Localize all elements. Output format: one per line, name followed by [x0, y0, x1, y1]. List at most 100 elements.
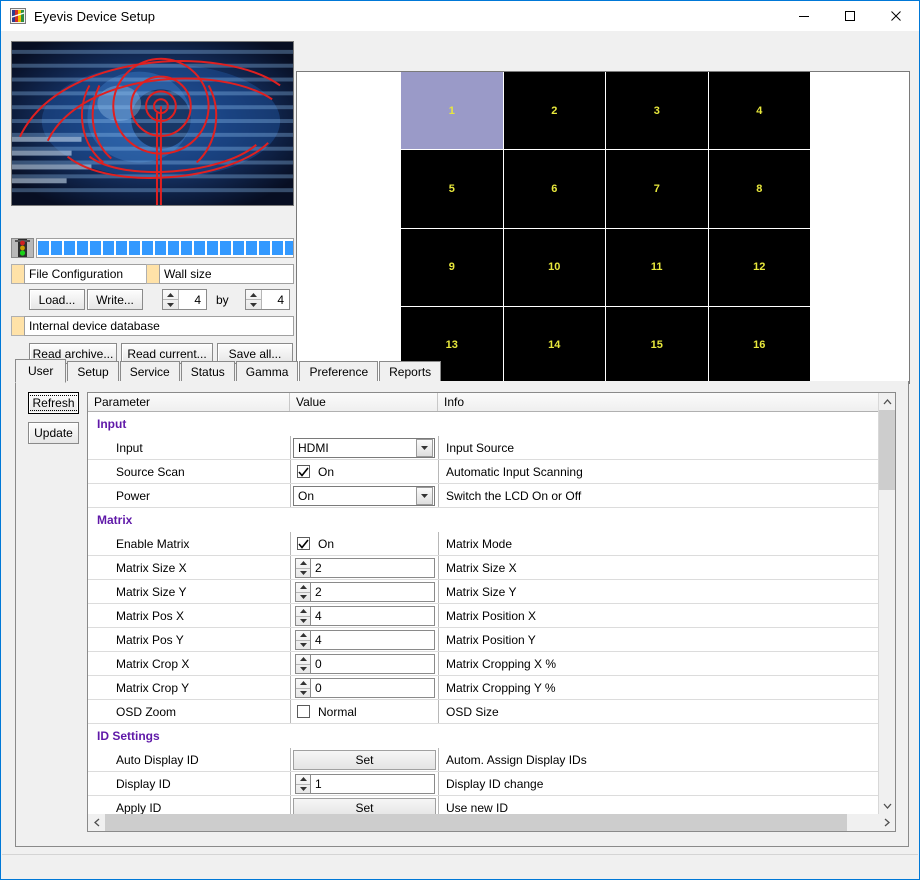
value-stepper[interactable]: 2	[295, 558, 435, 578]
value-cell[interactable]: HDMI	[290, 436, 438, 459]
value-cell[interactable]: 2	[290, 580, 438, 603]
value-stepper-field[interactable]: 0	[310, 678, 435, 698]
stepper-increment-icon[interactable]	[296, 775, 310, 785]
wall-columns-decrement-icon[interactable]	[163, 300, 178, 309]
value-stepper[interactable]: 0	[295, 654, 435, 674]
scroll-left-icon[interactable]	[88, 814, 105, 831]
tab-service[interactable]: Service	[119, 361, 180, 382]
display-wall-grid[interactable]: 1 2 3 4 5 6 7 8 9 10 11 12 13 14 15 16	[401, 72, 810, 383]
table-row[interactable]: Matrix Size Y 2 Matrix Size Y	[88, 580, 895, 604]
value-stepper-buttons[interactable]	[295, 606, 310, 626]
value-stepper[interactable]: 2	[295, 582, 435, 602]
tab-reports[interactable]: Reports	[379, 361, 442, 382]
value-stepper-buttons[interactable]	[295, 582, 310, 602]
value-stepper-buttons[interactable]	[295, 654, 310, 674]
value-stepper-buttons[interactable]	[295, 774, 310, 794]
value-stepper[interactable]: 1	[295, 774, 435, 794]
value-stepper[interactable]: 0	[295, 678, 435, 698]
tab-preference[interactable]: Preference	[299, 361, 379, 382]
value-dropdown[interactable]: HDMI	[293, 438, 435, 458]
wall-cell-4[interactable]: 4	[708, 72, 810, 150]
wall-cell-9[interactable]: 9	[401, 228, 503, 306]
value-dropdown[interactable]: On	[293, 486, 435, 506]
vertical-scroll-thumb[interactable]	[879, 410, 895, 490]
wall-cell-10[interactable]: 10	[503, 228, 605, 306]
wall-cell-1[interactable]: 1	[401, 72, 503, 150]
wall-cell-12[interactable]: 12	[708, 228, 810, 306]
scroll-up-icon[interactable]	[879, 393, 895, 410]
value-cell[interactable]: 2	[290, 556, 438, 579]
value-cell[interactable]: 0	[290, 652, 438, 675]
wall-rows-stepper-buttons[interactable]	[246, 290, 262, 309]
wall-cell-5[interactable]: 5	[401, 150, 503, 228]
value-stepper[interactable]: 4	[295, 630, 435, 650]
value-stepper-field[interactable]: 0	[310, 654, 435, 674]
wall-rows-decrement-icon[interactable]	[246, 300, 261, 309]
value-cell[interactable]: 4	[290, 604, 438, 627]
value-stepper-field[interactable]: 2	[310, 582, 435, 602]
value-stepper[interactable]: 4	[295, 606, 435, 626]
table-row[interactable]: Source Scan On Automatic Input Scanning	[88, 460, 895, 484]
table-row[interactable]: Auto Display ID Set Autom. Assign Display …	[88, 748, 895, 772]
maximize-icon[interactable]	[827, 1, 873, 31]
load-button[interactable]: Load...	[29, 289, 85, 310]
stepper-increment-icon[interactable]	[296, 679, 310, 689]
refresh-button[interactable]: Refresh	[28, 392, 79, 414]
minimize-icon[interactable]	[781, 1, 827, 31]
wall-columns-stepper[interactable]: 4	[162, 289, 207, 310]
stepper-increment-icon[interactable]	[296, 583, 310, 593]
table-row[interactable]: OSD Zoom Normal OSD Size	[88, 700, 895, 724]
value-cell[interactable]: On	[290, 532, 438, 555]
wall-columns-value[interactable]: 4	[179, 290, 206, 309]
checkbox-icon[interactable]	[297, 465, 310, 478]
wall-rows-value[interactable]: 4	[262, 290, 289, 309]
stepper-decrement-icon[interactable]	[296, 617, 310, 626]
column-header-info[interactable]: Info	[438, 393, 895, 411]
table-row[interactable]: Power On Switch the LCD On or Off	[88, 484, 895, 508]
table-row[interactable]: Matrix Crop Y 0 Matrix Cropping Y %	[88, 676, 895, 700]
wall-cell-7[interactable]: 7	[606, 150, 708, 228]
stepper-increment-icon[interactable]	[296, 559, 310, 569]
value-cell[interactable]: 0	[290, 676, 438, 699]
value-stepper-field[interactable]: 4	[310, 630, 435, 650]
table-horizontal-scrollbar[interactable]	[88, 814, 895, 831]
table-row[interactable]: Matrix Pos X 4 Matrix Position X	[88, 604, 895, 628]
value-checkbox-group[interactable]: On	[291, 465, 334, 479]
value-cell[interactable]: Set	[290, 748, 438, 771]
tab-setup[interactable]: Setup	[67, 361, 119, 382]
stepper-decrement-icon[interactable]	[296, 689, 310, 698]
value-stepper-buttons[interactable]	[295, 558, 310, 578]
close-icon[interactable]	[873, 1, 919, 31]
wall-rows-increment-icon[interactable]	[246, 290, 261, 300]
table-row[interactable]: Matrix Pos Y 4 Matrix Position Y	[88, 628, 895, 652]
value-cell[interactable]: 4	[290, 628, 438, 651]
checkbox-icon[interactable]	[297, 537, 310, 550]
value-cell[interactable]: On	[290, 484, 438, 507]
column-header-value[interactable]: Value	[290, 393, 438, 411]
wall-cell-2[interactable]: 2	[503, 72, 605, 150]
stepper-decrement-icon[interactable]	[296, 569, 310, 578]
write-button[interactable]: Write...	[87, 289, 143, 310]
wall-cell-6[interactable]: 6	[503, 150, 605, 228]
value-checkbox-group[interactable]: Normal	[291, 705, 357, 719]
stepper-decrement-icon[interactable]	[296, 641, 310, 650]
wall-cell-11[interactable]: 11	[606, 228, 708, 306]
table-row[interactable]: Matrix Size X 2 Matrix Size X	[88, 556, 895, 580]
wall-cell-8[interactable]: 8	[708, 150, 810, 228]
scroll-down-icon[interactable]	[879, 797, 895, 814]
stepper-decrement-icon[interactable]	[296, 665, 310, 674]
chevron-down-icon[interactable]	[416, 487, 433, 505]
horizontal-scroll-track[interactable]	[105, 814, 878, 831]
stepper-decrement-icon[interactable]	[296, 593, 310, 602]
table-row[interactable]: Display ID 1 Display ID change	[88, 772, 895, 796]
value-cell[interactable]: 1	[290, 772, 438, 795]
value-stepper-buttons[interactable]	[295, 630, 310, 650]
value-stepper-buttons[interactable]	[295, 678, 310, 698]
tab-gamma[interactable]: Gamma	[235, 361, 299, 382]
wall-columns-stepper-buttons[interactable]	[163, 290, 179, 309]
checkbox-icon[interactable]	[297, 705, 310, 718]
table-vertical-scrollbar[interactable]	[878, 393, 895, 831]
value-stepper-field[interactable]: 2	[310, 558, 435, 578]
value-cell[interactable]: Normal	[290, 700, 438, 723]
horizontal-scroll-thumb[interactable]	[105, 814, 848, 831]
